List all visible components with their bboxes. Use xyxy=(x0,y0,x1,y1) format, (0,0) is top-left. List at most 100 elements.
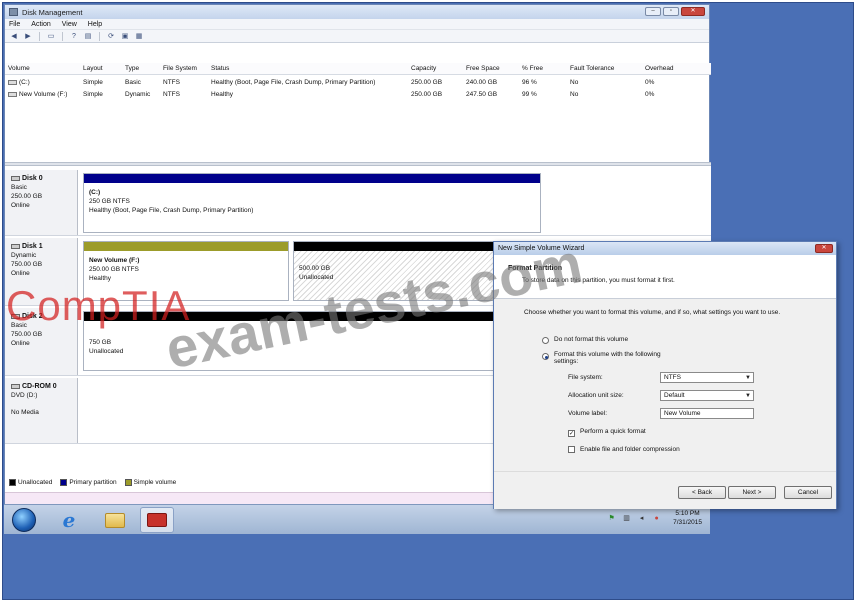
menu-action[interactable]: Action xyxy=(31,21,50,28)
disk-label-cdrom[interactable]: CD-ROM 0 DVD (D:) No Media xyxy=(5,378,78,443)
table-row[interactable]: (C:) Simple Basic NTFS Healthy (Boot, Pa… xyxy=(5,77,711,88)
volume-label-input[interactable]: New Volume xyxy=(660,408,754,419)
partition-c[interactable]: (C:) 250 GB NTFS Healthy (Boot, Page Fil… xyxy=(83,173,541,233)
col-volume[interactable]: Volume xyxy=(8,65,30,72)
disk-size: 750.00 GB xyxy=(11,261,43,268)
overhead-cell: 0% xyxy=(645,91,655,98)
cancel-button[interactable]: Cancel xyxy=(784,486,832,499)
volume-name: (C:) xyxy=(19,79,30,86)
volume-label-label: Volume label: xyxy=(568,410,608,417)
action-center-icon[interactable]: ⚑ xyxy=(607,514,616,523)
toolbar-separator xyxy=(39,31,40,41)
network-icon[interactable]: ▥ xyxy=(622,514,631,523)
partition-status: Unallocated xyxy=(89,348,124,355)
volume-cell: New Volume (F:) xyxy=(8,91,67,98)
wizard-prompt: Choose whether you want to format this v… xyxy=(524,309,781,316)
wizard-subheading: To store data on this partition, you mus… xyxy=(522,277,675,284)
wizard-heading: Format Partition xyxy=(508,265,563,272)
col-overhead[interactable]: Overhead xyxy=(645,65,674,72)
wizard-titlebar[interactable]: New Simple Volume Wizard ✕ xyxy=(494,242,836,255)
col-capacity[interactable]: Capacity xyxy=(411,65,436,72)
status-cell: Healthy xyxy=(211,91,234,98)
volume-cell: (C:) xyxy=(8,79,30,86)
disk-management-app-icon xyxy=(9,8,18,16)
legend-swatch xyxy=(60,479,68,487)
windows-start-icon[interactable] xyxy=(12,508,36,532)
fs-cell: NTFS xyxy=(163,91,180,98)
clock[interactable]: 5:10 PM 7/31/2015 xyxy=(673,509,702,527)
partition-f[interactable]: New Volume (F:) 250.00 GB NTFS Healthy xyxy=(83,241,289,301)
internet-explorer-icon[interactable]: e xyxy=(52,507,86,533)
col-type[interactable]: Type xyxy=(125,65,139,72)
drive-icon xyxy=(8,91,17,97)
radio-format-volume[interactable] xyxy=(542,353,549,360)
disk-label-0[interactable]: Disk 0 Basic 250.00 GB Online xyxy=(5,170,78,235)
compression-checkbox[interactable] xyxy=(568,446,575,453)
disk-label-1[interactable]: Disk 1 Dynamic 750.00 GB Online xyxy=(5,238,78,305)
file-system-label: File system: xyxy=(568,374,603,381)
window-titlebar[interactable]: Disk Management ‒ ▫ ✕ xyxy=(5,5,709,19)
toolbox-icon[interactable] xyxy=(140,507,174,533)
console-tree-icon[interactable]: ▭ xyxy=(46,32,56,41)
table-row[interactable]: New Volume (F:) Simple Dynamic NTFS Heal… xyxy=(5,89,711,100)
next-button[interactable]: Next > xyxy=(728,486,776,499)
drive-icon xyxy=(8,79,17,85)
system-tray: ⚑ ▥ ◂ ● 5:10 PM 7/31/2015 xyxy=(607,509,702,527)
back-button[interactable]: < Back xyxy=(678,486,726,499)
volume-list-header: Volume Layout Type File System Status Ca… xyxy=(5,63,711,75)
toolbar-separator xyxy=(99,31,100,41)
legend-swatch xyxy=(9,479,16,487)
legend-swatch xyxy=(124,479,132,487)
new-simple-volume-wizard: New Simple Volume Wizard ✕ Format Partit… xyxy=(493,241,837,509)
status-cell: Healthy (Boot, Page File, Crash Dump, Pr… xyxy=(211,79,376,86)
col-file-system[interactable]: File System xyxy=(163,65,197,72)
minimize-button[interactable]: ‒ xyxy=(645,7,661,16)
ft-cell: No xyxy=(570,91,579,98)
settings-icon[interactable]: ▦ xyxy=(134,32,144,41)
volume-icon[interactable]: ◂ xyxy=(637,514,646,523)
col-fault-tolerance[interactable]: Fault Tolerance xyxy=(570,65,614,72)
disk-state: Online xyxy=(11,270,30,277)
rescan-icon[interactable]: ▣ xyxy=(120,32,130,41)
file-system-value: NTFS xyxy=(664,374,681,381)
radio-format-volume-label: Format this volume with the following se… xyxy=(554,351,661,365)
help-icon[interactable]: ? xyxy=(69,32,79,41)
refresh-icon[interactable]: ⟳ xyxy=(106,32,116,41)
partition-size: 250 GB NTFS xyxy=(89,198,130,205)
menu-view[interactable]: View xyxy=(62,21,77,28)
disk-icon xyxy=(11,314,20,319)
wizard-close-button[interactable]: ✕ xyxy=(815,244,833,253)
col-status[interactable]: Status xyxy=(211,65,229,72)
close-button[interactable]: ✕ xyxy=(681,7,705,16)
chevron-down-icon: ▼ xyxy=(745,375,751,381)
partition-size: 750 GB xyxy=(89,339,112,346)
maximize-button[interactable]: ▫ xyxy=(663,7,679,16)
allocation-unit-value: Default xyxy=(664,392,685,399)
disk-name: Disk 2 xyxy=(22,313,43,320)
back-arrow-icon[interactable]: ◀ xyxy=(9,32,19,41)
menu-bar: File Action View Help xyxy=(5,19,709,30)
forward-arrow-icon[interactable]: ▶ xyxy=(23,32,33,41)
disk-size: 750.00 GB xyxy=(11,331,43,338)
disk-row-0: Disk 0 Basic 250.00 GB Online (C:) 250 G… xyxy=(5,170,711,236)
col-layout[interactable]: Layout xyxy=(83,65,103,72)
disk-label-2[interactable]: Disk 2 Basic 750.00 GB Online xyxy=(5,308,78,375)
disk-type: DVD (D:) xyxy=(11,392,38,399)
col-percent-free[interactable]: % Free xyxy=(522,65,543,72)
menu-help[interactable]: Help xyxy=(88,21,102,28)
clock-time: 5:10 PM xyxy=(675,510,700,517)
free-cell: 240.00 GB xyxy=(466,79,498,86)
radio-do-not-format[interactable] xyxy=(542,337,549,344)
properties-icon[interactable]: ▤ xyxy=(83,32,93,41)
free-cell: 247.50 GB xyxy=(466,91,498,98)
col-free-space[interactable]: Free Space xyxy=(466,65,500,72)
partition-name: New Volume (F:) xyxy=(89,257,140,264)
wizard-footer: < Back Next > Cancel xyxy=(494,471,836,509)
allocation-unit-select[interactable]: Default ▼ xyxy=(660,390,754,401)
wizard-title: New Simple Volume Wizard xyxy=(498,245,585,252)
folder-icon[interactable] xyxy=(98,507,132,533)
file-system-select[interactable]: NTFS ▼ xyxy=(660,372,754,383)
quick-format-checkbox[interactable]: ✓ xyxy=(568,430,575,437)
menu-file[interactable]: File xyxy=(9,21,20,28)
security-icon[interactable]: ● xyxy=(652,514,661,523)
